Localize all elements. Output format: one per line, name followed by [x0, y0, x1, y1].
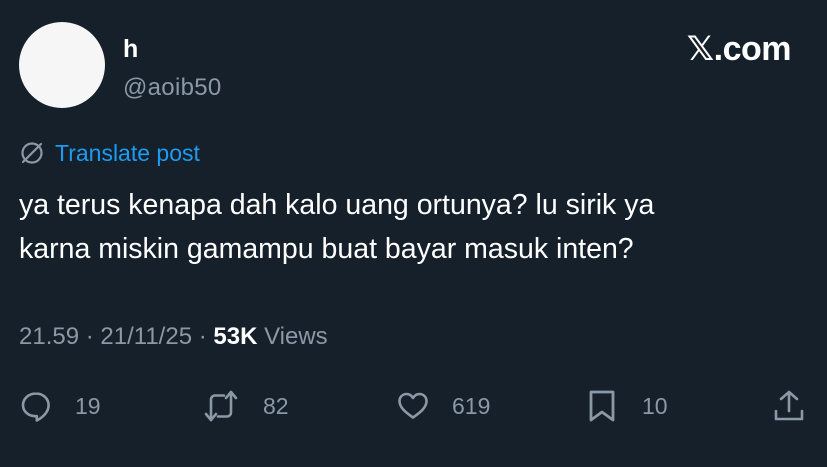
translate-post-link[interactable]: Translate post [19, 139, 200, 167]
post-text-line: ya terus kenapa dah kalo uang ortunya? l… [19, 189, 655, 221]
repost-icon [204, 390, 238, 422]
post-text: ya terus kenapa dah kalo uang ortunya? l… [19, 183, 809, 271]
reply-icon [21, 392, 50, 422]
action-bar: 19 82 619 10 [0, 386, 827, 426]
views-label: Views [264, 323, 328, 350]
bookmark-count: 10 [642, 392, 668, 419]
repost-count: 82 [263, 392, 289, 419]
post-text-line: karna miskin gamampu buat bayar masuk in… [19, 233, 634, 265]
translate-icon [21, 142, 43, 164]
views-count: 53K [213, 323, 258, 350]
post-time[interactable]: 21.59 [19, 323, 79, 350]
share-button[interactable] [772, 386, 806, 426]
meta-separator: · [85, 323, 94, 350]
author-handle[interactable]: @aoib50 [123, 74, 222, 102]
like-count: 619 [452, 392, 491, 419]
reply-count: 19 [75, 392, 101, 419]
post-date[interactable]: 21/11/25 [100, 323, 192, 350]
like-button[interactable]: 619 [396, 386, 490, 426]
bookmark-button[interactable]: 10 [585, 386, 668, 426]
post-meta: 21.59 · 21/11/25 · 53K Views [19, 322, 328, 352]
reply-button[interactable]: 19 [19, 386, 101, 426]
like-icon [398, 392, 428, 419]
repost-button[interactable]: 82 [204, 386, 289, 426]
x-logo: 𝕏.com [686, 30, 792, 68]
bookmark-icon [589, 390, 615, 422]
avatar[interactable] [19, 22, 105, 108]
author-name[interactable]: h [123, 36, 138, 62]
meta-separator: · [198, 323, 207, 350]
share-icon [774, 390, 804, 421]
translate-label: Translate post [55, 140, 200, 166]
